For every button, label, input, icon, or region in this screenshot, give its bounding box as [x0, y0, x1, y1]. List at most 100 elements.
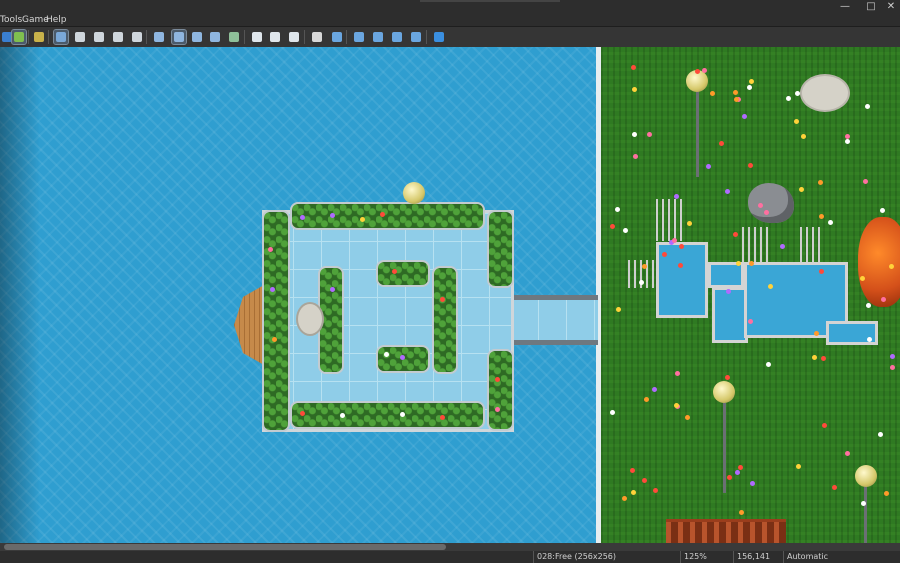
- shadow-pen-icon: [229, 32, 239, 42]
- rectangle-button[interactable]: [171, 29, 187, 45]
- flower: [400, 412, 405, 417]
- autumn-tree: [858, 217, 900, 307]
- white-fence: [800, 227, 822, 262]
- flower: [747, 318, 753, 324]
- flower: [300, 411, 305, 416]
- image-button[interactable]: [371, 30, 385, 44]
- play-icon: [2, 32, 12, 42]
- map-canvas[interactable]: [0, 47, 900, 543]
- toolbar: [0, 26, 900, 48]
- character-button[interactable]: [390, 30, 404, 44]
- resource-button[interactable]: [409, 30, 423, 44]
- flower: [380, 212, 385, 217]
- flower: [844, 138, 850, 144]
- scrollbar-thumb[interactable]: [4, 544, 446, 550]
- planter-left: [262, 210, 290, 432]
- menu-game[interactable]: Game: [22, 14, 49, 26]
- planter-right-bottom: [487, 349, 514, 431]
- plugin-button[interactable]: [330, 30, 344, 44]
- database-button[interactable]: [310, 30, 324, 44]
- flower: [674, 370, 680, 376]
- status-coords: 156,141: [733, 551, 770, 563]
- lamp-post: [723, 403, 726, 493]
- wooden-fence: [666, 519, 786, 543]
- pencil-icon: [154, 32, 164, 42]
- toolbar-separator: [146, 30, 147, 44]
- flower: [864, 104, 870, 110]
- zoom-actual-button[interactable]: [287, 30, 301, 44]
- flower: [866, 336, 872, 342]
- event-button[interactable]: [32, 30, 46, 44]
- lamp-post: [696, 87, 699, 177]
- flower: [632, 131, 638, 137]
- close-button[interactable]: ✕: [880, 0, 900, 14]
- flower: [631, 87, 637, 93]
- pencil-button[interactable]: [152, 30, 166, 44]
- map-icon: [14, 32, 24, 42]
- database-icon: [312, 32, 322, 42]
- horizontal-scrollbar[interactable]: [0, 543, 900, 551]
- shadow-pen-button[interactable]: [227, 30, 241, 44]
- maximize-button[interactable]: □: [860, 0, 882, 14]
- flower: [821, 355, 826, 361]
- flower: [734, 469, 740, 475]
- flower: [821, 422, 827, 428]
- layer-e-icon: [132, 32, 142, 42]
- toolbar-separator: [346, 30, 347, 44]
- menu-tools[interactable]: Tools: [0, 14, 22, 26]
- layer-c-button[interactable]: [92, 30, 106, 44]
- flower: [741, 113, 747, 119]
- minimize-button[interactable]: —: [834, 0, 856, 14]
- flower: [767, 284, 773, 289]
- zoom-out-icon: [270, 32, 280, 42]
- zoom-actual-icon: [289, 32, 299, 42]
- status-mode: Automatic: [783, 551, 828, 563]
- flower: [890, 364, 896, 370]
- flower: [880, 207, 886, 213]
- layer-b-button[interactable]: [73, 30, 87, 44]
- flower: [818, 213, 824, 219]
- status-zoom: 125%: [680, 551, 707, 563]
- flower: [671, 238, 677, 244]
- menu-help[interactable]: Help: [46, 14, 67, 26]
- flower: [766, 361, 772, 367]
- boulder: [748, 183, 794, 223]
- zoom-in-button[interactable]: [250, 30, 264, 44]
- flower: [738, 509, 744, 515]
- flower: [340, 413, 345, 418]
- layer-a-button[interactable]: [53, 29, 69, 45]
- flower: [632, 153, 638, 159]
- layer-e-button[interactable]: [130, 30, 144, 44]
- planter-top: [290, 202, 485, 230]
- flower: [890, 353, 896, 359]
- flower: [686, 220, 692, 226]
- planter-right-top: [487, 210, 514, 288]
- flower: [653, 487, 659, 493]
- zoom-out-button[interactable]: [268, 30, 282, 44]
- rectangle-icon: [174, 32, 184, 42]
- ellipse-button[interactable]: [190, 30, 204, 44]
- flower: [733, 97, 739, 103]
- toolbar-separator: [48, 30, 49, 44]
- sound-button[interactable]: [352, 30, 366, 44]
- toolbar-separator: [304, 30, 305, 44]
- image-icon: [373, 32, 383, 42]
- title-notch: [420, 0, 560, 2]
- fill-button[interactable]: [208, 30, 222, 44]
- playtest-button[interactable]: [432, 30, 446, 44]
- white-fence: [656, 199, 684, 241]
- planter-inner-top: [376, 260, 430, 287]
- toolbar-separator: [426, 30, 427, 44]
- event-icon: [34, 32, 44, 42]
- flower: [642, 477, 648, 483]
- flower: [272, 337, 277, 342]
- character-icon: [392, 32, 402, 42]
- title-bar: — □ ✕: [0, 0, 900, 14]
- planter-bottom: [290, 401, 485, 429]
- layer-d-button[interactable]: [111, 30, 125, 44]
- map-button[interactable]: [11, 29, 27, 45]
- toolbar-separator: [28, 30, 29, 44]
- toolbar-separator: [244, 30, 245, 44]
- plugin-icon: [332, 32, 342, 42]
- sound-icon: [354, 32, 364, 42]
